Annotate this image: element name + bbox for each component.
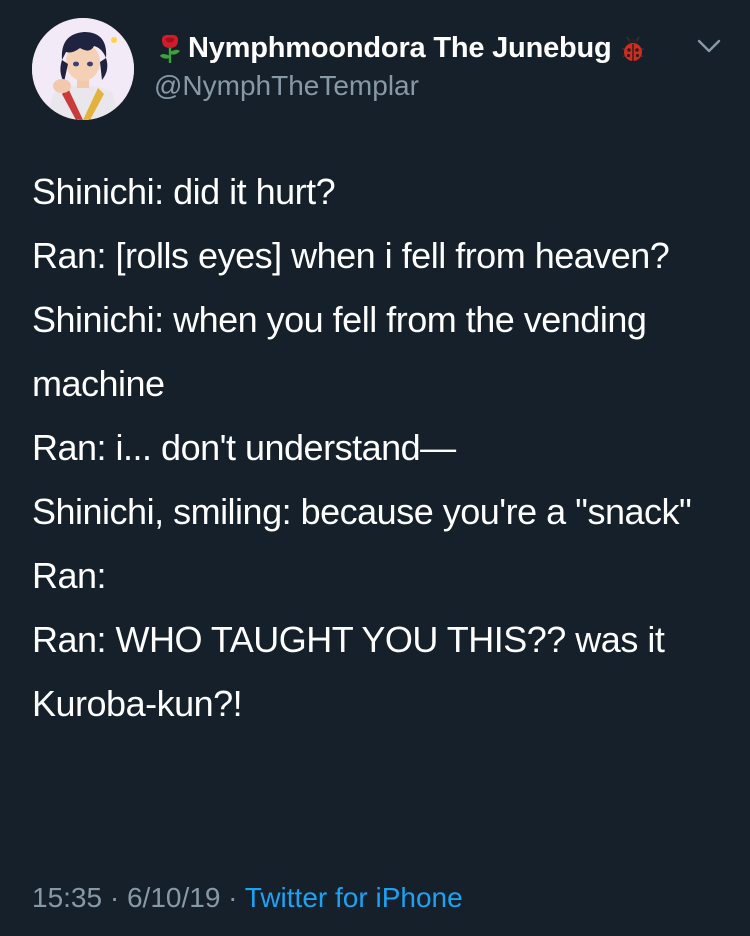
meta-separator: ·	[228, 882, 238, 913]
display-name[interactable]: Nymphmoondora The Junebug	[188, 32, 612, 65]
display-name-row[interactable]: Nymphmoondora The Junebug	[154, 30, 648, 66]
tweet-card: Nymphmoondora The Junebug @NymphTheTempl…	[0, 0, 750, 936]
tweet-line: Shinichi, smiling: because you're a "sna…	[32, 491, 692, 532]
avatar[interactable]	[32, 18, 134, 120]
user-handle[interactable]: @NymphTheTemplar	[154, 70, 648, 102]
tweet-meta: 15:35 · 6/10/19 · Twitter for iPhone	[32, 882, 463, 914]
rose-icon	[160, 34, 180, 63]
tweet-date[interactable]: 6/10/19	[127, 882, 220, 913]
tweet-line: Ran: WHO TAUGHT YOU THIS?? was it Kuroba…	[32, 619, 665, 724]
user-header[interactable]: Nymphmoondora The Junebug @NymphTheTempl…	[154, 30, 648, 102]
tweet-line: Shinichi: when you fell from the vending…	[32, 299, 647, 404]
ladybug-icon	[621, 36, 644, 61]
tweet-line: Ran:	[32, 555, 107, 596]
tweet-text: Shinichi: did it hurt? Ran: [rolls eyes]…	[32, 160, 722, 736]
tweet-source-link[interactable]: Twitter for iPhone	[245, 882, 463, 913]
tweet-line: Ran: i... don't understand—	[32, 427, 456, 468]
tweet-time[interactable]: 15:35	[32, 882, 102, 913]
chevron-down-icon[interactable]	[696, 36, 722, 56]
tweet-line: Ran: [rolls eyes] when i fell from heave…	[32, 235, 670, 276]
meta-separator: ·	[109, 882, 120, 913]
tweet-line: Shinichi: did it hurt?	[32, 171, 336, 212]
avatar-image	[32, 18, 134, 120]
